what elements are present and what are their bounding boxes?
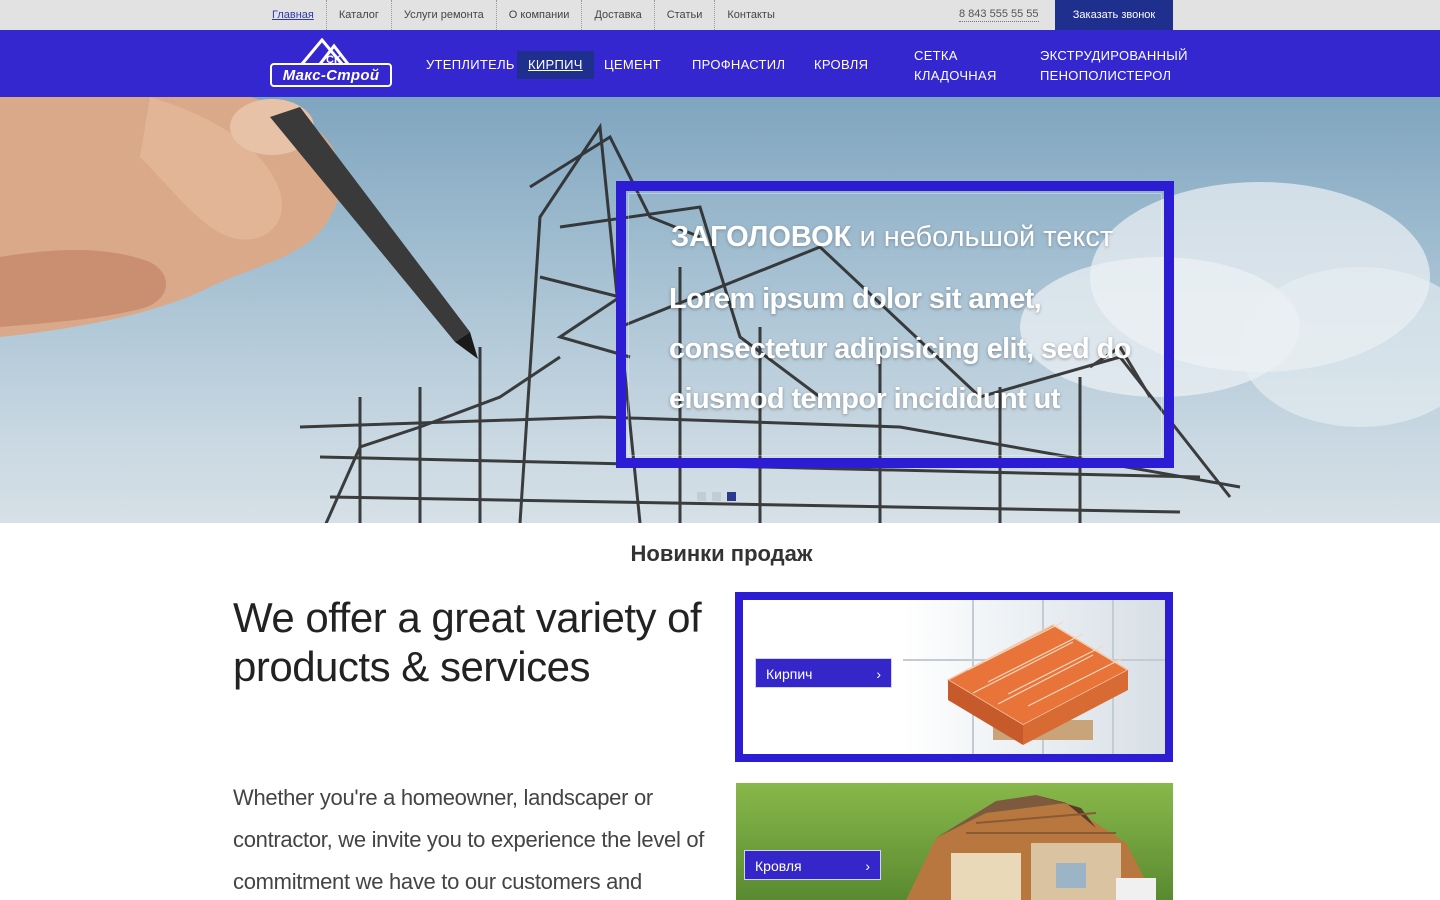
- logo-name: Макс-Строй: [282, 66, 380, 84]
- menu-item-profiled-sheet[interactable]: Профнастил: [692, 55, 785, 75]
- hero-title-bold: ЗАГОЛОВОК: [671, 221, 852, 253]
- top-link-repair-services[interactable]: Услуги ремонта: [392, 0, 497, 30]
- top-link-contacts[interactable]: Контакты: [715, 0, 787, 30]
- house-image: [906, 795, 1156, 900]
- callback-button[interactable]: Заказать звонок: [1055, 0, 1173, 30]
- chevron-right-icon: ›: [876, 666, 881, 682]
- top-link-delivery[interactable]: Доставка: [582, 0, 655, 30]
- product-card-brick[interactable]: Кирпич ›: [735, 592, 1173, 762]
- top-bar: Главная Каталог Услуги ремонта О компани…: [0, 0, 1440, 30]
- top-nav: Главная Каталог Услуги ремонта О компани…: [260, 0, 787, 30]
- menu-item-extruded-polystyrene[interactable]: Экструдированный пенополистерол: [1040, 46, 1187, 86]
- hero-text: Lorem ipsum dolor sit amet, consectetur …: [669, 283, 1131, 415]
- menu-item-masonry-mesh[interactable]: Сетка кладочная: [914, 46, 1006, 86]
- menu-item-insulation[interactable]: Утеплитель: [426, 55, 515, 75]
- card-brick-label: Кирпич: [766, 666, 813, 682]
- menu-item-cement[interactable]: Цемент: [604, 55, 661, 75]
- card-roofing-label: Кровля: [755, 858, 802, 874]
- menu-item-roofing[interactable]: Кровля: [814, 55, 868, 75]
- hero-title: ЗАГОЛОВОК и небольшой текст: [671, 221, 1113, 254]
- slider-dot-2[interactable]: [712, 492, 721, 501]
- slider-dot-3[interactable]: [727, 492, 736, 501]
- offer-heading: We offer a great variety of products & s…: [233, 594, 702, 690]
- hero-title-rest: и небольшой текст: [851, 221, 1114, 253]
- section-title: Новинки продаж: [630, 541, 813, 566]
- chevron-right-icon: ›: [865, 858, 870, 874]
- top-link-catalog[interactable]: Каталог: [327, 0, 392, 30]
- slider-dot-1[interactable]: [697, 492, 706, 501]
- top-link-about[interactable]: О компании: [497, 0, 583, 30]
- logo-box: Макс-Строй: [270, 63, 392, 87]
- logo[interactable]: СК Макс-Строй: [270, 38, 394, 90]
- product-card-roofing[interactable]: Кровля ›: [736, 783, 1173, 900]
- main-nav: СК Макс-Строй Утеплитель Кирпич Цемент П…: [0, 30, 1440, 97]
- top-link-articles[interactable]: Статьи: [655, 0, 716, 30]
- card-brick-button[interactable]: Кирпич ›: [755, 658, 892, 688]
- card-roofing-button[interactable]: Кровля ›: [744, 850, 881, 880]
- offer-description: Whether you're a homeowner, landscaper o…: [233, 785, 705, 894]
- phone-number[interactable]: 8 843 555 55 55: [959, 8, 1039, 22]
- menu-item-brick[interactable]: Кирпич: [517, 51, 594, 79]
- hero-slider: ЗАГОЛОВОК и небольшой текст Lorem ipsum …: [0, 97, 1440, 523]
- top-link-home[interactable]: Главная: [260, 0, 327, 30]
- slider-dots: [697, 492, 736, 501]
